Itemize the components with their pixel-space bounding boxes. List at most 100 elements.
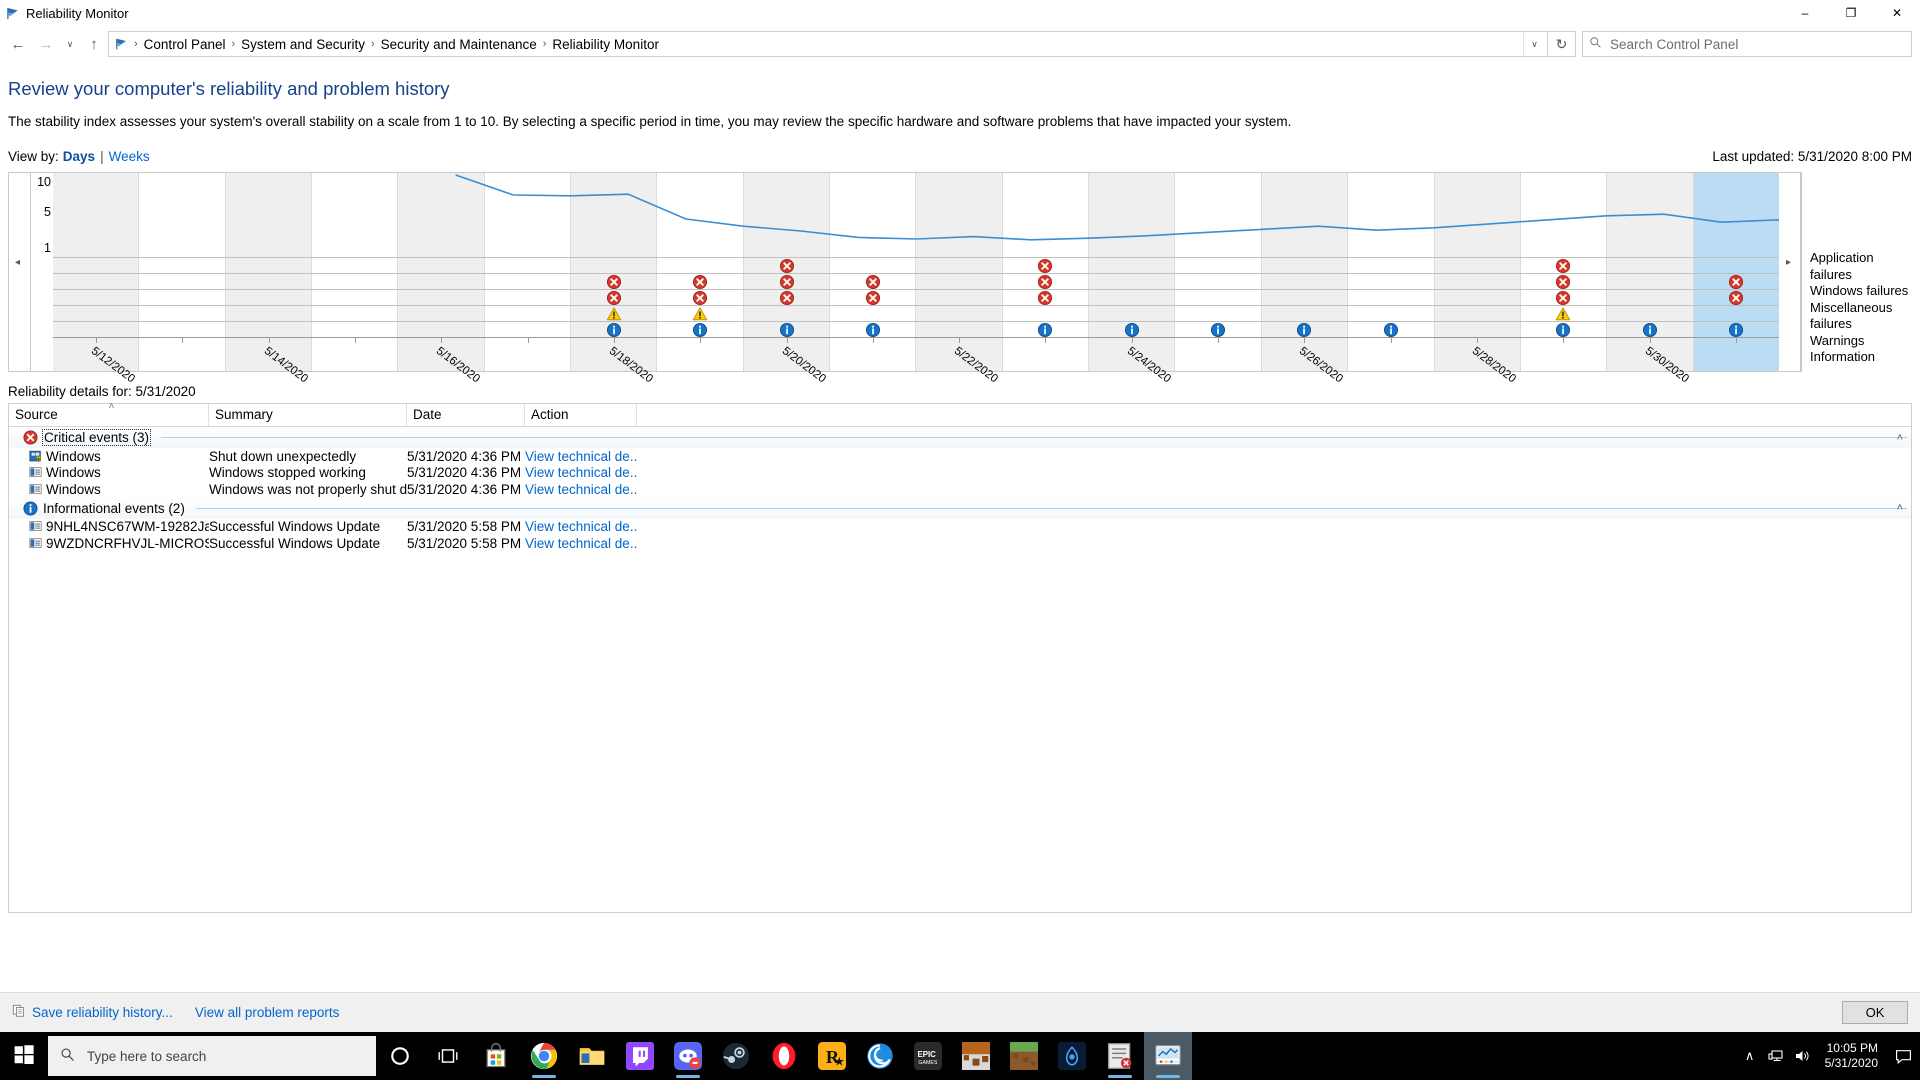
information-icon[interactable]: [1383, 322, 1398, 337]
taskbar-app-epic-games[interactable]: EPIC GAMES: [904, 1032, 952, 1080]
critical-error-icon[interactable]: [1556, 258, 1571, 273]
taskbar-app-minecraft[interactable]: [1000, 1032, 1048, 1080]
taskbar-app-discord[interactable]: [664, 1032, 712, 1080]
view-technical-details-link[interactable]: View technical de...: [525, 519, 637, 534]
start-button[interactable]: [0, 1032, 48, 1080]
information-icon[interactable]: [1038, 322, 1053, 337]
information-icon[interactable]: [693, 322, 708, 337]
table-row[interactable]: 9WZDNCRFHVJL-MICROSOFT.OF...Successful W…: [9, 535, 1911, 552]
information-icon[interactable]: [1728, 322, 1743, 337]
action-center-icon[interactable]: [1888, 1032, 1918, 1080]
view-by-days-link[interactable]: Days: [63, 149, 95, 164]
information-icon[interactable]: [606, 322, 621, 337]
search-input[interactable]: [1610, 36, 1905, 52]
breadcrumb-item-control-panel[interactable]: Control Panel: [139, 37, 231, 52]
chart-scroll-left-button[interactable]: ◂: [9, 173, 31, 371]
information-icon[interactable]: [865, 322, 880, 337]
taskbar-app-game-launcher[interactable]: [952, 1032, 1000, 1080]
search-control-panel-box[interactable]: [1582, 31, 1912, 57]
recent-locations-button[interactable]: ∨: [60, 30, 80, 58]
taskbar-app-twitch[interactable]: [616, 1032, 664, 1080]
view-all-problem-reports-link[interactable]: View all problem reports: [195, 1005, 340, 1020]
taskbar-app-file-explorer[interactable]: [568, 1032, 616, 1080]
maximize-button[interactable]: ❐: [1828, 0, 1874, 26]
table-row[interactable]: Windows Windows stopped working 5/31/2020 …: [9, 465, 1911, 482]
critical-error-icon[interactable]: [606, 290, 621, 305]
taskbar-app-battle-net[interactable]: [1048, 1032, 1096, 1080]
taskbar-app-ubisoft-connect[interactable]: [856, 1032, 904, 1080]
taskbar-clock[interactable]: 10:05 PM 5/31/2020: [1815, 1041, 1888, 1071]
network-icon[interactable]: [1763, 1032, 1789, 1080]
taskbar-app-reliability-monitor[interactable]: [1144, 1032, 1192, 1080]
forward-button[interactable]: →: [32, 30, 60, 58]
breadcrumb-item-system-and-security[interactable]: System and Security: [236, 37, 370, 52]
table-row[interactable]: 9NHL4NSC67WM-19282JackieLiu....Successfu…: [9, 519, 1911, 536]
taskbar-app-steam[interactable]: [712, 1032, 760, 1080]
taskbar-app-microsoft-store[interactable]: [472, 1032, 520, 1080]
column-header-summary[interactable]: Summary: [209, 404, 407, 426]
up-button[interactable]: ↑: [80, 30, 108, 58]
save-reliability-history-link[interactable]: Save reliability history...: [12, 1004, 173, 1021]
collapse-group-icon[interactable]: ˄: [1897, 502, 1903, 514]
critical-error-icon[interactable]: [1038, 290, 1053, 305]
tray-chevron-icon[interactable]: ∧: [1737, 1032, 1763, 1080]
warning-icon[interactable]: [1556, 306, 1571, 321]
column-header-date[interactable]: Date: [407, 404, 525, 426]
taskbar-app-google-chrome[interactable]: [520, 1032, 568, 1080]
collapse-group-icon[interactable]: ˄: [1897, 432, 1903, 444]
critical-error-icon[interactable]: [865, 274, 880, 289]
critical-error-icon[interactable]: [779, 274, 794, 289]
critical-error-icon[interactable]: [606, 274, 621, 289]
information-icon[interactable]: [1556, 322, 1571, 337]
critical-error-icon[interactable]: [779, 290, 794, 305]
critical-error-icon[interactable]: [1728, 290, 1743, 305]
critical-error-icon[interactable]: [1038, 258, 1053, 273]
critical-error-icon[interactable]: [693, 290, 708, 305]
table-group-header[interactable]: Informational events (2) ˄: [9, 497, 1911, 519]
table-group-header[interactable]: Critical events (3) ˄: [9, 427, 1911, 448]
task-view-icon[interactable]: [424, 1032, 472, 1080]
critical-error-icon[interactable]: [693, 274, 708, 289]
critical-error-icon[interactable]: [1556, 290, 1571, 305]
taskbar-app-rockstar-games[interactable]: R ★: [808, 1032, 856, 1080]
chart-event-row-application-failures: [53, 257, 1779, 273]
warning-icon[interactable]: [606, 306, 622, 321]
view-by-weeks-link[interactable]: Weeks: [109, 149, 150, 164]
critical-error-icon[interactable]: [1728, 274, 1743, 289]
taskbar-app-event-viewer[interactable]: [1096, 1032, 1144, 1080]
critical-error-icon[interactable]: [1038, 274, 1053, 289]
chart-scroll-right-button[interactable]: ▸: [1779, 173, 1801, 371]
ok-button[interactable]: OK: [1842, 1001, 1908, 1024]
view-technical-details-link[interactable]: View technical de...: [525, 482, 637, 497]
chevron-down-icon[interactable]: ∨: [1523, 32, 1545, 56]
chart-event-row-windows-failures: [53, 273, 1779, 289]
information-icon[interactable]: [779, 322, 794, 337]
chart-plot-area[interactable]: 5/12/2020 5/14/2020 5/16/2020 5/18/2020 5/20…: [53, 173, 1779, 385]
cortana-circle-icon[interactable]: [376, 1032, 424, 1080]
view-technical-details-link[interactable]: View technical de...: [525, 536, 637, 551]
information-icon[interactable]: [1124, 322, 1139, 337]
view-technical-details-link[interactable]: View technical de...: [525, 449, 637, 464]
taskbar-app-opera-gx[interactable]: [760, 1032, 808, 1080]
column-header-action[interactable]: Action: [525, 404, 637, 426]
volume-icon[interactable]: [1789, 1032, 1815, 1080]
breadcrumb-item-security-and-maintenance[interactable]: Security and Maintenance: [376, 37, 542, 52]
close-button[interactable]: ✕: [1874, 0, 1920, 26]
information-icon[interactable]: [1211, 322, 1226, 337]
column-header-source[interactable]: Source ˄: [9, 401, 209, 426]
breadcrumb[interactable]: › Control Panel › System and Security › …: [108, 31, 1548, 57]
information-icon[interactable]: [1642, 322, 1657, 337]
critical-error-icon[interactable]: [1556, 274, 1571, 289]
critical-error-icon[interactable]: [779, 258, 794, 273]
critical-error-icon[interactable]: [865, 290, 880, 305]
information-icon[interactable]: [1297, 322, 1312, 337]
minimize-button[interactable]: –: [1782, 0, 1828, 26]
taskbar-search-box[interactable]: Type here to search: [48, 1036, 376, 1076]
table-row[interactable]: Windows Shut down unexpectedly 5/31/2020 4…: [9, 448, 1911, 465]
back-button[interactable]: ←: [4, 30, 32, 58]
view-technical-details-link[interactable]: View technical de...: [525, 465, 637, 480]
table-row[interactable]: Windows Windows was not properly shut dow…: [9, 481, 1911, 498]
warning-icon[interactable]: [693, 306, 708, 321]
refresh-icon[interactable]: ↻: [1548, 31, 1576, 57]
breadcrumb-item-reliability-monitor[interactable]: Reliability Monitor: [547, 37, 664, 52]
